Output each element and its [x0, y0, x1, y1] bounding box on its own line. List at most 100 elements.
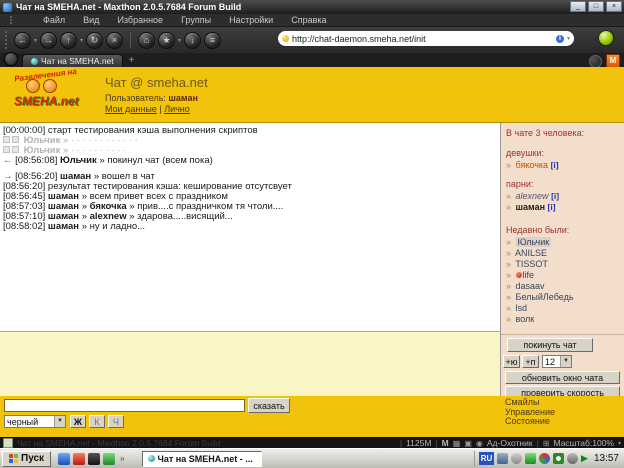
start-button[interactable]: Пуск — [2, 451, 51, 467]
recent-user-row: » dasaav — [506, 281, 624, 291]
up-button[interactable]: ↑ — [60, 32, 77, 49]
user-link[interactable]: Юльчик — [516, 237, 552, 247]
menu-favorites[interactable]: Избранное — [108, 15, 172, 25]
up-dropdown-icon[interactable]: ▾ — [80, 37, 83, 44]
plugins-icon[interactable]: ◉ — [476, 439, 483, 448]
user-info-link[interactable]: [i] — [551, 191, 559, 201]
user-link[interactable]: dasaav — [516, 281, 545, 291]
address-dropdown-icon[interactable]: ▾ — [567, 35, 570, 42]
text-color-select[interactable]: черный ▼ — [4, 415, 66, 428]
back-button[interactable]: ← — [14, 32, 31, 49]
user-info-link[interactable]: [i] — [548, 202, 556, 212]
message-time: [08:56:08] — [15, 155, 57, 166]
bullet-icon: » — [506, 248, 511, 258]
refresh-chat-button[interactable]: обновить окно чата — [505, 371, 620, 384]
menu-settings[interactable]: Настройки — [220, 15, 282, 25]
my-data-link[interactable]: Мои данные — [105, 104, 157, 114]
close-button[interactable]: × — [606, 1, 622, 12]
home-button[interactable]: ⌂ — [138, 32, 155, 49]
quicklaunch-overflow-icon[interactable]: » — [120, 454, 124, 463]
tray-icon-6[interactable] — [567, 453, 578, 464]
font-size-select[interactable]: 12 ▼ — [542, 355, 572, 368]
user-link[interactable]: шаман — [516, 202, 546, 212]
new-tab-button[interactable]: + — [129, 54, 135, 67]
boss-key-icon[interactable] — [589, 55, 602, 68]
forward-button[interactable]: → — [40, 32, 57, 49]
menu-groups[interactable]: Группы — [172, 15, 220, 25]
ad-hunter-status[interactable]: Ад-Охотник — [487, 438, 533, 448]
quicklaunch-icon-3[interactable] — [88, 453, 100, 465]
proxy-icon[interactable]: ▦ — [453, 439, 461, 448]
underline-button[interactable]: Ч — [108, 415, 124, 428]
user-link[interactable]: ANILSE — [515, 248, 547, 258]
page-info-icon[interactable]: i — [556, 35, 564, 43]
say-button[interactable]: сказать — [248, 398, 290, 413]
user-info-link[interactable]: [i] — [551, 160, 559, 170]
language-indicator[interactable]: RU — [479, 452, 494, 465]
menu-view[interactable]: Вид — [74, 15, 108, 25]
stop-button[interactable]: × — [106, 32, 123, 49]
user-link[interactable]: lsd — [516, 303, 528, 313]
menu-file[interactable]: Файл — [34, 15, 74, 25]
user-link[interactable]: волк — [516, 314, 535, 324]
windows-flag-icon — [9, 454, 18, 463]
tab-list-button[interactable] — [4, 52, 18, 66]
message-input[interactable] — [4, 399, 245, 412]
private-link[interactable]: Лично — [164, 104, 190, 114]
address-input[interactable]: http://chat-daemon.smeha.net/init — [292, 34, 553, 44]
user-link[interactable]: бякочка — [516, 160, 549, 170]
quicklaunch-icon-1[interactable] — [58, 453, 70, 465]
system-tray: RU ▶ 13:57 — [474, 451, 622, 467]
task-favicon-icon — [148, 455, 155, 462]
message-text: ну и ладно... — [90, 221, 145, 232]
screen: Чат на SMEHA.net - Maxthon 2.0.5.7684 Fo… — [0, 0, 624, 468]
user-link[interactable]: alexnew — [516, 191, 549, 201]
recent-user-row: » ANILSE — [506, 248, 624, 258]
maximize-button[interactable]: □ — [588, 1, 604, 12]
maxthon-badge-icon[interactable]: M — [606, 54, 620, 68]
smeha-logo: Развлечения на SMEHA.net — [14, 69, 104, 119]
go-search-button[interactable] — [598, 30, 614, 46]
bullet-icon: » — [506, 303, 511, 313]
tools-button[interactable]: ≡ — [204, 32, 221, 49]
add-girl-button[interactable]: +ю — [503, 355, 520, 368]
users-sidebar: В чате 3 человека: девушки: » бякочка [i… — [501, 123, 624, 398]
user-link[interactable]: TISSOT — [515, 259, 548, 269]
minimize-button[interactable]: _ — [570, 1, 586, 12]
state-link[interactable]: Состояние — [505, 417, 555, 427]
tray-icon-2[interactable] — [511, 453, 522, 464]
address-bar[interactable]: http://chat-daemon.smeha.net/init i ▾ — [278, 31, 574, 46]
refresh-button[interactable]: ↻ — [86, 32, 103, 49]
tab-chat[interactable]: Чат на SMEHA.net — [22, 54, 123, 67]
task-button-chat[interactable]: Чат на SMEHA.net - ... — [142, 451, 262, 467]
zoom-caret-icon[interactable]: ▾ — [618, 440, 621, 447]
tray-icon-5[interactable] — [553, 453, 564, 464]
favorites-dropdown-icon[interactable]: ▾ — [178, 37, 181, 44]
favorites-button[interactable]: ★ — [158, 32, 175, 49]
menu-help[interactable]: Справка — [282, 15, 335, 25]
boys-label: парни: — [506, 179, 624, 189]
recent-user-row: » волк — [506, 314, 624, 324]
tray-icon-3[interactable] — [525, 453, 536, 464]
player-tray-icon[interactable]: ▶ — [581, 453, 588, 464]
leave-chat-button[interactable]: покинуть чат — [507, 338, 593, 352]
italic-button[interactable]: К — [89, 415, 105, 428]
menu-bar: Файл Вид Избранное Группы Настройки Спра… — [0, 14, 624, 27]
quicklaunch-icon-4[interactable] — [103, 453, 115, 465]
bold-button[interactable]: Ж — [70, 415, 86, 428]
user-row: » бякочка [i] — [506, 160, 624, 170]
download-button[interactable]: ↓ — [184, 32, 201, 49]
user-name: шаман — [168, 93, 198, 103]
quicklaunch-icon-2[interactable] — [73, 453, 85, 465]
images-icon[interactable]: ▣ — [464, 439, 472, 448]
user-link[interactable]: БелыйЛебедь — [516, 292, 574, 302]
tray-icon-4[interactable] — [539, 453, 550, 464]
tray-icon-1[interactable] — [497, 453, 508, 464]
add-boy-button[interactable]: +п — [522, 355, 539, 368]
bullet-icon: » — [506, 281, 511, 291]
user-link[interactable]: life — [523, 270, 535, 280]
zoom-level[interactable]: Масштаб:100% — [554, 438, 614, 448]
maxthon-app-icon — [3, 3, 12, 12]
grip-handle — [5, 31, 7, 49]
back-dropdown-icon[interactable]: ▾ — [34, 37, 37, 44]
